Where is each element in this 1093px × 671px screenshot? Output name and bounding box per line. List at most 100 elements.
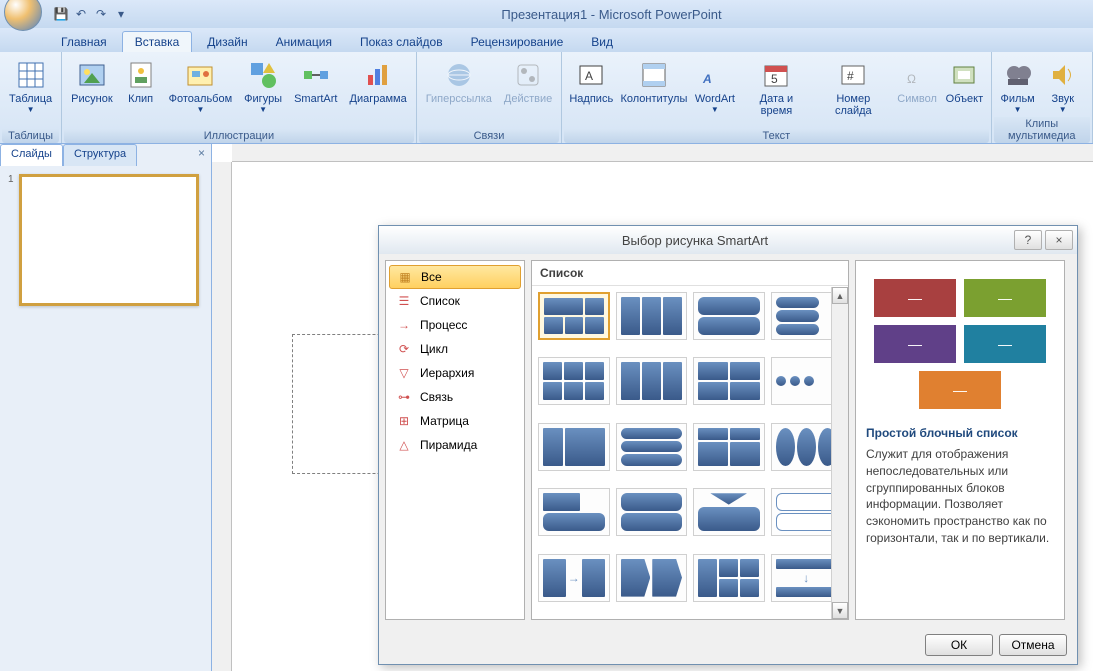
dialog-title: Выбор рисунка SmartArt [379, 233, 1011, 248]
svg-text:#: # [847, 69, 854, 83]
chart-button[interactable]: Диаграмма [345, 56, 412, 108]
category-связь[interactable]: ⊶Связь [386, 385, 524, 409]
undo-icon[interactable]: ↶ [72, 5, 90, 23]
smartart-option-4[interactable] [538, 357, 610, 405]
category-label: Матрица [420, 414, 469, 428]
category-label: Пирамида [420, 438, 477, 452]
panel-close-icon[interactable]: × [192, 144, 211, 166]
slide-thumbnail-1[interactable] [19, 174, 199, 306]
category-все[interactable]: ▦Все [389, 265, 521, 289]
save-icon[interactable]: 💾 [52, 5, 70, 23]
smartart-option-18[interactable] [693, 554, 765, 602]
smartart-option-5[interactable] [616, 357, 688, 405]
movie-button[interactable]: Фильм▼ [996, 56, 1040, 117]
slidenumber-button[interactable]: #Номер слайда [815, 56, 892, 120]
smartart-option-14[interactable] [693, 488, 765, 536]
wordart-button[interactable]: AWordArt▼ [692, 56, 739, 117]
smartart-button[interactable]: SmartArt [289, 56, 342, 108]
panel-tab-outline[interactable]: Структура [63, 144, 137, 166]
headerfooter-button[interactable]: Колонтитулы [618, 56, 689, 108]
title-bar: 💾 ↶ ↷ ▾ Презентация1 - Microsoft PowerPo… [0, 0, 1093, 28]
dialog-help-button[interactable]: ? [1014, 230, 1042, 250]
scroll-down-icon[interactable]: ▼ [832, 602, 848, 619]
smartart-option-12[interactable] [538, 488, 610, 536]
smartart-option-10[interactable] [693, 423, 765, 471]
cancel-button[interactable]: Отмена [999, 634, 1067, 656]
tab-insert[interactable]: Вставка [122, 31, 193, 52]
category-icon: ⊞ [396, 413, 412, 429]
clip-button[interactable]: Клип [120, 56, 162, 108]
smartart-option-1[interactable] [616, 292, 688, 340]
category-процесс[interactable]: →Процесс [386, 313, 524, 337]
gallery-scrollbar[interactable]: ▲ ▼ [831, 287, 848, 619]
smartart-option-0[interactable] [538, 292, 610, 340]
category-цикл[interactable]: ⟳Цикл [386, 337, 524, 361]
slide-thumbnail-list: 1 [0, 166, 211, 317]
object-button[interactable]: Объект [942, 56, 986, 108]
category-пирамида[interactable]: △ Пирамида [386, 433, 524, 457]
tab-review[interactable]: Рецензирование [458, 31, 577, 52]
dialog-body: ▦Все☰Список→Процесс⟳Цикл▽Иерархия⊶Связь⊞… [385, 260, 1071, 620]
category-список[interactable]: ☰Список [386, 289, 524, 313]
tab-animation[interactable]: Анимация [263, 31, 345, 52]
category-icon: ☰ [396, 293, 412, 309]
svg-text:A: A [585, 69, 593, 83]
photoalbum-icon [184, 59, 216, 91]
dropdown-icon: ▼ [259, 105, 267, 114]
smartart-option-8[interactable] [538, 423, 610, 471]
smartart-option-9[interactable] [616, 423, 688, 471]
category-label: Процесс [420, 318, 467, 332]
tab-slideshow[interactable]: Показ слайдов [347, 31, 456, 52]
office-button[interactable] [4, 0, 42, 31]
symbol-button: ΩСимвол [894, 56, 940, 108]
svg-text:A: A [702, 72, 712, 86]
panel-tabs: Слайды Структура × [0, 144, 211, 166]
ribbon-button-label: Фигуры [244, 93, 282, 105]
category-матрица[interactable]: ⊞ Матрица [386, 409, 524, 433]
table-button[interactable]: Таблица▼ [4, 56, 57, 117]
photoalbum-button[interactable]: Фотоальбом▼ [164, 56, 238, 117]
ribbon-button-label: Гиперссылка [426, 93, 492, 105]
qat-dropdown-icon[interactable]: ▾ [112, 5, 130, 23]
slides-panel: Слайды Структура × 1 [0, 144, 212, 671]
textbox-icon: A [575, 59, 607, 91]
clip-icon [125, 59, 157, 91]
category-icon: △ [396, 437, 412, 453]
smartart-option-17[interactable] [616, 554, 688, 602]
smartart-option-2[interactable] [693, 292, 765, 340]
smartart-gallery: Список →↓ ▲ ▼ [531, 260, 849, 620]
sound-button[interactable]: Звук▼ [1042, 56, 1084, 117]
dialog-close-button[interactable]: × [1045, 230, 1073, 250]
datetime-button[interactable]: 5Дата и время [740, 56, 812, 120]
ok-button[interactable]: ОК [925, 634, 993, 656]
object-icon [948, 59, 980, 91]
action-icon [512, 59, 544, 91]
category-label: Цикл [420, 342, 448, 356]
smartart-option-13[interactable] [616, 488, 688, 536]
ribbon-button-label: WordArt [695, 93, 735, 105]
chart-icon [362, 59, 394, 91]
dropdown-icon: ▼ [196, 105, 204, 114]
category-icon: ▦ [397, 269, 413, 285]
symbol-icon: Ω [901, 59, 933, 91]
movie-icon [1002, 59, 1034, 91]
gallery-header: Список [532, 261, 848, 286]
ribbon: Таблица▼ТаблицыРисунокКлипФотоальбом▼Фиг… [0, 52, 1093, 144]
tab-view[interactable]: Вид [578, 31, 626, 52]
redo-icon[interactable]: ↷ [92, 5, 110, 23]
tab-home[interactable]: Главная [48, 31, 120, 52]
textbox-button[interactable]: AНадпись [566, 56, 616, 108]
preview-block-2: — [874, 325, 956, 363]
shapes-button[interactable]: Фигуры▼ [239, 56, 287, 117]
ribbon-button-label: Действие [504, 93, 552, 105]
preview-title: Простой блочный список [866, 426, 1054, 440]
scroll-up-icon[interactable]: ▲ [832, 287, 848, 304]
picture-button[interactable]: Рисунок [66, 56, 118, 108]
smartart-option-16[interactable]: → [538, 554, 610, 602]
panel-tab-slides[interactable]: Слайды [0, 144, 63, 166]
dropdown-icon: ▼ [1014, 105, 1022, 114]
smartart-option-6[interactable] [693, 357, 765, 405]
category-иерархия[interactable]: ▽Иерархия [386, 361, 524, 385]
tab-design[interactable]: Дизайн [194, 31, 260, 52]
slidenumber-icon: # [837, 59, 869, 91]
